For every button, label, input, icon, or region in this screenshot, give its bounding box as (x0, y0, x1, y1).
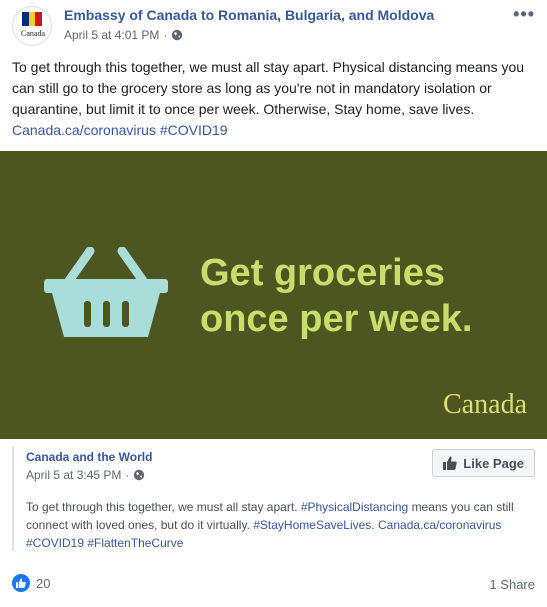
thumbs-up-icon (443, 456, 457, 470)
post-hashtag[interactable]: #COVID19 (160, 122, 228, 138)
like-page-label: Like Page (463, 455, 524, 471)
banner-line-1: Get groceries (200, 252, 445, 294)
hashtag-covid19[interactable]: #COVID19 (26, 536, 84, 550)
banner-headline: Get groceries once per week. (200, 250, 472, 342)
grocery-basket-icon (44, 247, 168, 337)
post-message: To get through this together, we must al… (12, 57, 537, 141)
post-message-text: To get through this together, we must al… (12, 59, 525, 117)
shared-link[interactable]: Canada.ca/coronavirus (378, 518, 501, 532)
like-reaction-icon (12, 574, 30, 592)
reaction-count: 20 (36, 575, 51, 591)
canada-wordmark-logo: Canada (443, 389, 527, 420)
shared-post: Canada and the World April 5 at 3:45 PM … (12, 447, 535, 551)
shared-post-timestamp[interactable]: April 5 at 3:45 PM (26, 468, 121, 482)
post-link[interactable]: Canada.ca/coronavirus (12, 122, 156, 138)
avatar-label: Canada (21, 29, 45, 38)
hashtag-physical-distancing[interactable]: #PhysicalDistancing (301, 500, 408, 514)
globe-icon[interactable] (133, 469, 145, 481)
globe-icon[interactable] (171, 29, 183, 41)
hashtag-stay-home-save-lives[interactable]: #StayHomeSaveLives. (253, 518, 374, 532)
post-header: Canada Embassy of Canada to Romania, Bul… (0, 0, 547, 52)
shared-post-message: To get through this together, we must al… (26, 498, 531, 552)
share-count-link[interactable]: 1 Share (489, 577, 535, 592)
more-options-icon[interactable]: ••• (513, 4, 535, 25)
page-avatar[interactable]: Canada (12, 6, 52, 46)
banner-line-2: once per week. (200, 298, 473, 340)
reaction-summary[interactable]: 20 (12, 574, 50, 592)
shared-page-name-link[interactable]: Canada and the World (26, 450, 152, 464)
shared-text-part1: To get through this together, we must al… (26, 500, 298, 514)
hashtag-flatten-the-curve[interactable]: #FlattenTheCurve (87, 536, 183, 550)
romania-flag-icon (22, 12, 43, 26)
shared-post-meta: April 5 at 3:45 PM · (26, 468, 145, 482)
post-image-banner[interactable]: Get groceries once per week. Canada (0, 151, 547, 439)
post-footer: 20 1 Share (0, 569, 547, 601)
page-name-link[interactable]: Embassy of Canada to Romania, Bulgaria, … (64, 7, 434, 23)
post-meta: April 5 at 4:01 PM · (64, 28, 183, 42)
like-page-button[interactable]: Like Page (432, 449, 535, 477)
post-timestamp[interactable]: April 5 at 4:01 PM (64, 28, 159, 42)
